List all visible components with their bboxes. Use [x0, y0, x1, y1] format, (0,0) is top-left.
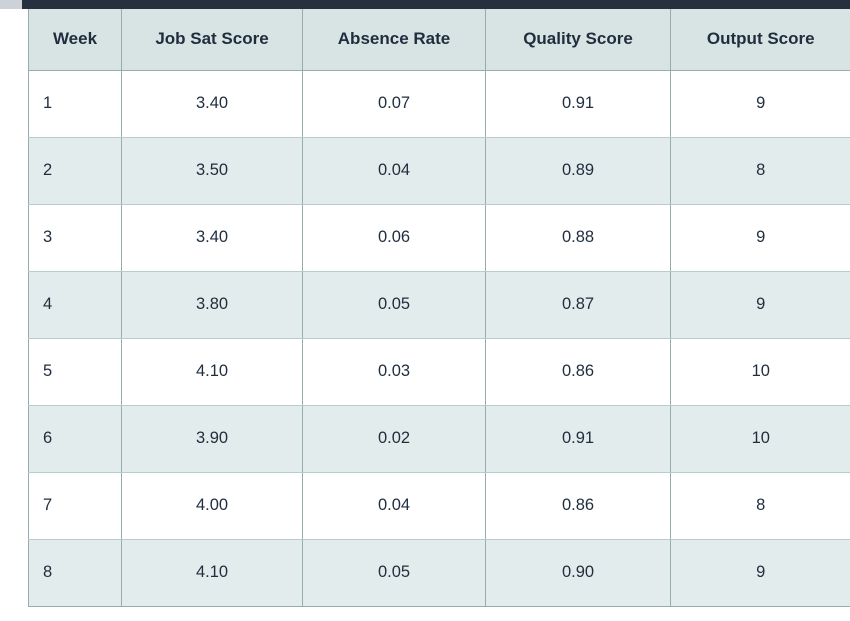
cell-job-sat-score: 4.10: [121, 539, 303, 607]
table-row: 1 3.40 0.07 0.91 9: [28, 70, 850, 138]
cell-absence-rate: 0.03: [302, 338, 486, 406]
table-header: Week Job Sat Score Absence Rate Quality …: [28, 9, 850, 71]
cell-quality-score: 0.90: [485, 539, 671, 607]
cell-week: 1: [28, 70, 122, 138]
cell-absence-rate: 0.02: [302, 405, 486, 473]
metrics-table: Week Job Sat Score Absence Rate Quality …: [28, 9, 850, 607]
cell-absence-rate: 0.06: [302, 204, 486, 272]
cell-week: 8: [28, 539, 122, 607]
cell-week: 4: [28, 271, 122, 339]
cell-output-score: 9: [670, 539, 850, 607]
table-row: 7 4.00 0.04 0.86 8: [28, 472, 850, 540]
cell-job-sat-score: 3.40: [121, 204, 303, 272]
cell-output-score: 9: [670, 271, 850, 339]
cell-week: 3: [28, 204, 122, 272]
cell-absence-rate: 0.07: [302, 70, 486, 138]
cell-job-sat-score: 3.50: [121, 137, 303, 205]
column-header-job-sat-score: Job Sat Score: [121, 9, 303, 71]
cell-quality-score: 0.87: [485, 271, 671, 339]
cell-week: 6: [28, 405, 122, 473]
cell-output-score: 10: [670, 405, 850, 473]
cell-absence-rate: 0.05: [302, 271, 486, 339]
window-corner-block: [0, 0, 22, 9]
cell-job-sat-score: 3.80: [121, 271, 303, 339]
table-row: 6 3.90 0.02 0.91 10: [28, 405, 850, 473]
cell-week: 2: [28, 137, 122, 205]
app-navigation-bar: [22, 0, 850, 9]
cell-quality-score: 0.88: [485, 204, 671, 272]
cell-absence-rate: 0.05: [302, 539, 486, 607]
cell-week: 7: [28, 472, 122, 540]
table-body: 1 3.40 0.07 0.91 9 2 3.50 0.04 0.89 8 3 …: [28, 70, 850, 607]
table-header-row: Week Job Sat Score Absence Rate Quality …: [28, 9, 850, 71]
cell-output-score: 8: [670, 472, 850, 540]
cell-job-sat-score: 4.10: [121, 338, 303, 406]
table-row: 2 3.50 0.04 0.89 8: [28, 137, 850, 205]
column-header-quality-score: Quality Score: [485, 9, 671, 71]
table-row: 3 3.40 0.06 0.88 9: [28, 204, 850, 272]
cell-output-score: 9: [670, 70, 850, 138]
cell-absence-rate: 0.04: [302, 137, 486, 205]
cell-quality-score: 0.91: [485, 70, 671, 138]
column-header-absence-rate: Absence Rate: [302, 9, 486, 71]
cell-quality-score: 0.86: [485, 472, 671, 540]
cell-job-sat-score: 3.90: [121, 405, 303, 473]
cell-quality-score: 0.91: [485, 405, 671, 473]
cell-job-sat-score: 4.00: [121, 472, 303, 540]
table-row: 4 3.80 0.05 0.87 9: [28, 271, 850, 339]
cell-job-sat-score: 3.40: [121, 70, 303, 138]
cell-output-score: 10: [670, 338, 850, 406]
cell-week: 5: [28, 338, 122, 406]
column-header-week: Week: [28, 9, 122, 71]
cell-absence-rate: 0.04: [302, 472, 486, 540]
cell-quality-score: 0.89: [485, 137, 671, 205]
cell-quality-score: 0.86: [485, 338, 671, 406]
table-container: Week Job Sat Score Absence Rate Quality …: [28, 9, 850, 607]
table-row: 5 4.10 0.03 0.86 10: [28, 338, 850, 406]
table-row: 8 4.10 0.05 0.90 9: [28, 539, 850, 607]
cell-output-score: 8: [670, 137, 850, 205]
cell-output-score: 9: [670, 204, 850, 272]
column-header-output-score: Output Score: [670, 9, 850, 71]
window-top-strip: [0, 0, 850, 9]
